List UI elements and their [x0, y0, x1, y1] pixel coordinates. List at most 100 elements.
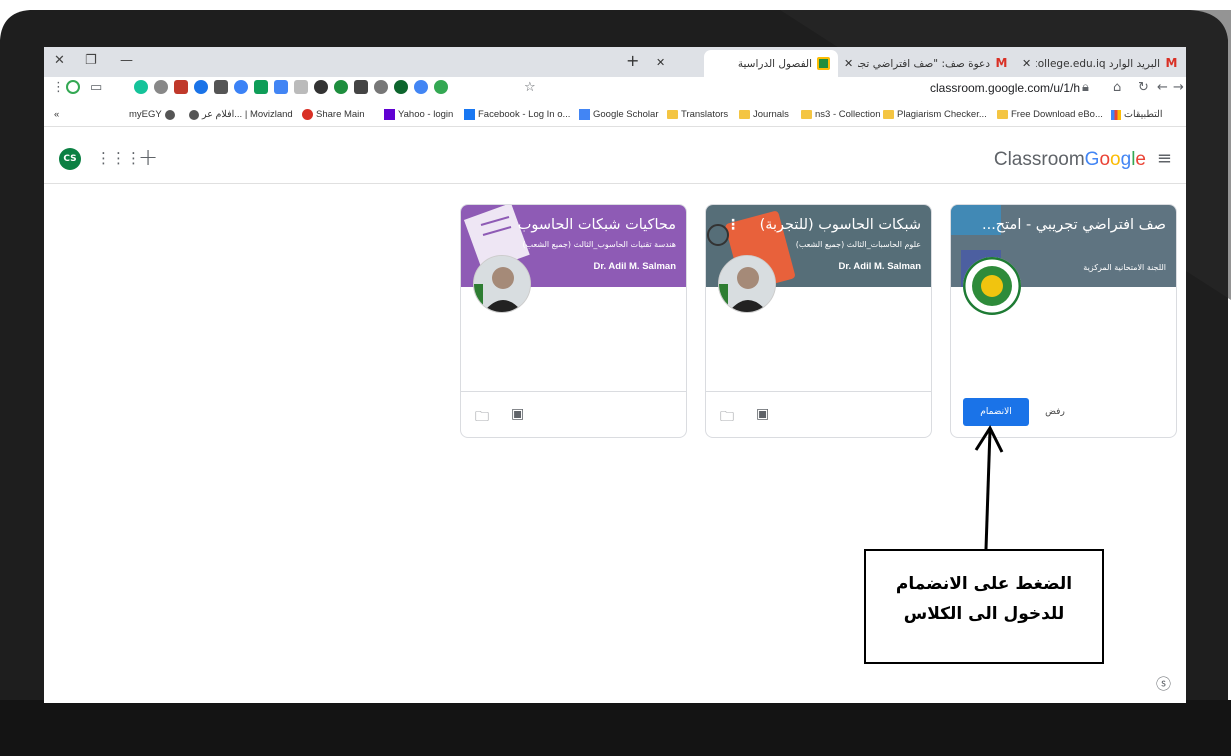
annotation-arrow	[974, 424, 1004, 550]
tab-inbox[interactable]: M البريد الوارد ghdadcollege.edu.iq ✕	[1014, 50, 1186, 77]
bookmark-label: myEGY	[129, 109, 162, 120]
bookmark-apps[interactable]: التطبيقات	[1111, 109, 1163, 120]
bookmark-ns3[interactable]: ns3 - Collection	[801, 109, 880, 120]
main-menu-icon[interactable]: ≡	[1157, 148, 1172, 169]
teacher-name: Dr. Adil M. Salman	[593, 261, 676, 272]
gradebook-icon[interactable]: ▣	[756, 406, 769, 422]
card-footer: 🗀︎ ▣	[706, 391, 931, 437]
star-icon[interactable]: ☆	[524, 80, 536, 95]
gmail-icon: M	[995, 56, 1008, 70]
pdf-icon[interactable]	[174, 80, 188, 94]
class-title[interactable]: صف افتراضي تجريبي - امتح...	[982, 217, 1166, 233]
bookmarks-bar: « التطبيقات Free Download eBo... Plagiar…	[44, 103, 1186, 127]
brand-letter: o	[1099, 149, 1111, 170]
bookmark-label: ns3 - Collection	[815, 109, 881, 120]
tab-classroom[interactable]: الفصول الدراسية	[704, 50, 838, 77]
close-tab-icon[interactable]: ✕	[844, 57, 853, 70]
extension-icon[interactable]	[194, 80, 208, 94]
help-icon[interactable]: ⓢ	[1156, 673, 1171, 694]
extension-icon[interactable]	[234, 80, 248, 94]
new-tab-button[interactable]: +	[626, 51, 639, 70]
brand-google-text: G	[1084, 149, 1100, 170]
minimize-window-icon[interactable]: —	[120, 53, 133, 68]
close-tab-icon[interactable]: ✕	[1022, 57, 1031, 70]
folder-icon[interactable]: 🗀︎	[475, 406, 489, 430]
teacher-photo-icon	[719, 256, 775, 312]
bookmark-free-download[interactable]: Free Download eBo...	[997, 109, 1103, 120]
bookmark-label: التطبيقات	[1124, 109, 1163, 120]
bookmark-plagiarism[interactable]: Plagiarism Checker...	[883, 109, 987, 120]
folder-icon	[801, 110, 812, 119]
close-window-icon[interactable]: ✕	[54, 53, 65, 68]
qr-icon[interactable]	[214, 80, 228, 94]
share-icon	[302, 109, 313, 120]
bookmark-journals[interactable]: Journals	[739, 109, 789, 120]
decline-button[interactable]: رفض	[1037, 398, 1073, 426]
class-card-invite[interactable]: صف افتراضي تجريبي - امتح... اللجنة الامت…	[950, 204, 1177, 438]
yahoo-icon	[384, 109, 395, 120]
folder-icon	[739, 110, 750, 119]
home-icon[interactable]: ⌂	[1113, 80, 1121, 95]
folder-icon	[997, 110, 1008, 119]
address-bar[interactable]: classroom.google.com/u/1/h	[930, 81, 1080, 95]
bookmark-movizland[interactable]: افلام عر... | Movizland	[189, 109, 293, 120]
grid-icon[interactable]	[354, 80, 368, 94]
avatar[interactable]: CS	[59, 148, 81, 170]
sheets-icon[interactable]	[254, 80, 268, 94]
callout-line-2: للدخول الى الكلاس	[903, 604, 1065, 624]
class-title[interactable]: محاكيات شبكات الحاسوب	[518, 217, 676, 233]
drive-icon[interactable]	[154, 80, 168, 94]
bookmark-label: Google Scholar	[593, 109, 659, 120]
more-bookmarks-icon[interactable]: «	[54, 109, 59, 120]
bookmark-label: Plagiarism Checker...	[897, 109, 987, 120]
extension-icon[interactable]	[294, 80, 308, 94]
grammarly-icon[interactable]	[134, 80, 148, 94]
card-footer: 🗀︎ ▣	[461, 391, 686, 437]
class-card[interactable]: شبكات الحاسوب (للتجربة) علوم الحاسبات_ال…	[705, 204, 932, 438]
back-icon[interactable]: ←	[1157, 80, 1168, 95]
menu-dots-icon[interactable]: ⋮	[52, 80, 65, 95]
screenshot-frame: ✕ ❐ — + ✕ M البريد الوارد ghdadcollege.e…	[0, 0, 1231, 756]
forward-icon[interactable]: →	[1173, 80, 1184, 95]
folder-icon[interactable]: 🗀︎	[720, 406, 734, 430]
tab-class-invite[interactable]: M دعوة صف: "صف افتراضي تجريبي ✕	[836, 50, 1016, 77]
folder-icon	[883, 110, 894, 119]
brand-letter: g	[1120, 149, 1132, 170]
class-title[interactable]: شبكات الحاسوب (للتجربة)	[760, 217, 921, 233]
reload-icon[interactable]: ↻	[1138, 80, 1149, 95]
tab-title: دعوة صف: "صف افتراضي تجريبي	[858, 57, 990, 70]
class-section: اللجنة الامتحانية المركزية	[1083, 263, 1166, 272]
google-apps-icon[interactable]: ⋮⋮⋮	[96, 149, 141, 167]
class-card[interactable]: محاكيات شبكات الحاسوب هندسة تقنيات الحاس…	[460, 204, 687, 438]
restore-window-icon[interactable]: ❐	[85, 53, 97, 68]
cast-icon[interactable]: ▭	[90, 80, 102, 95]
brand-classroom-text: Classroom	[993, 149, 1085, 170]
gradebook-icon[interactable]: ▣	[511, 406, 524, 422]
bookmark-label: افلام عر... | Movizland	[202, 109, 293, 120]
teacher-avatar	[473, 255, 531, 313]
classroom-icon	[817, 57, 830, 70]
more-options-icon[interactable]: ⋮	[726, 217, 740, 233]
bookmark-translators[interactable]: Translators	[667, 109, 728, 120]
classroom-logo[interactable]: ClassroomGoogle	[994, 149, 1146, 171]
extension-icon[interactable]	[314, 80, 328, 94]
bookmark-share-main[interactable]: Share Main	[302, 109, 365, 120]
extension-icon[interactable]	[414, 80, 428, 94]
bookmark-label: Free Download eBo...	[1011, 109, 1103, 120]
bookmark-label: Journals	[753, 109, 789, 120]
bookmark-google-scholar[interactable]: Google Scholar	[579, 109, 658, 120]
teacher-avatar	[718, 255, 776, 313]
close-tab-icon[interactable]: ✕	[656, 56, 665, 69]
add-class-button[interactable]: +	[138, 143, 158, 171]
shield-icon[interactable]	[394, 80, 408, 94]
profile-icon[interactable]	[66, 80, 80, 94]
brand-letter: e	[1135, 149, 1146, 170]
extension-icon[interactable]	[334, 80, 348, 94]
bookmark-myegy[interactable]: myEGY	[129, 109, 175, 120]
bookmark-facebook[interactable]: Facebook - Log In o...	[464, 109, 570, 120]
translate-icon[interactable]	[274, 80, 288, 94]
bookmark-yahoo[interactable]: Yahoo - login	[384, 109, 453, 120]
extension-icon[interactable]	[374, 80, 388, 94]
extension-icon[interactable]	[434, 80, 448, 94]
class-section: هندسة تقنيات الحاسوب_الثالث (جميع الشعب)	[522, 240, 677, 249]
